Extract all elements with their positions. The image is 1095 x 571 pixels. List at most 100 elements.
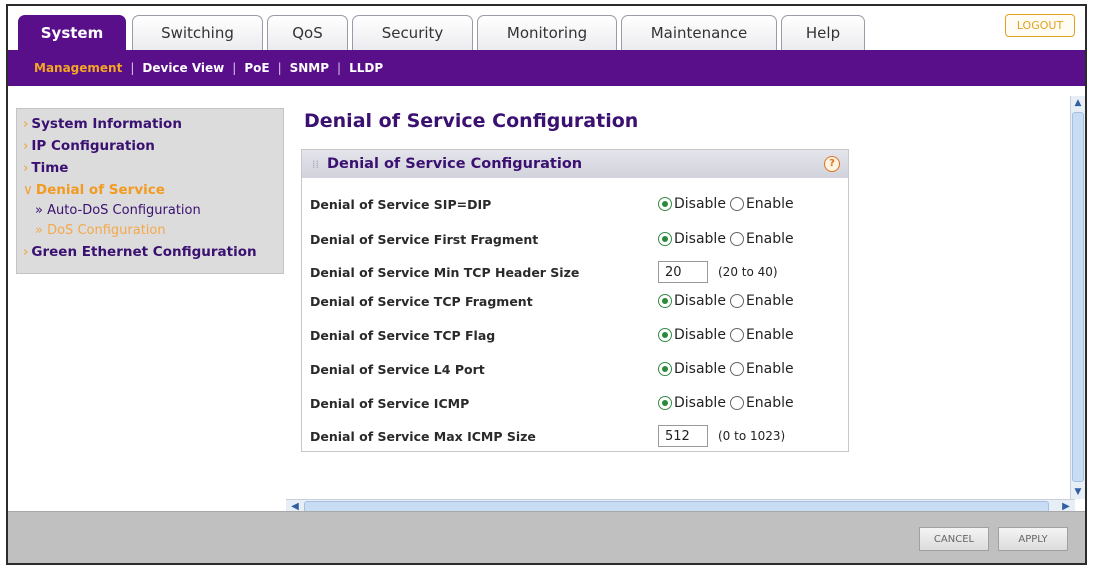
chevron-right-icon: › [23,160,29,176]
radio-label: Enable [745,231,794,247]
sidebar-item-denial-of-service[interactable]: ∨ Denial of Service [23,179,277,201]
sidebar-item-time[interactable]: › Time [23,157,277,179]
page-title: Denial of Service Configuration [304,110,639,132]
app-frame: System Switching QoS Security Monitoring… [6,4,1087,565]
radio-disable[interactable] [658,362,672,376]
sidebar-subitem-dos-configuration[interactable]: » DoS Configuration [23,221,277,241]
radio-disable[interactable] [658,232,672,246]
radio-disable[interactable] [658,396,672,410]
subnav-separator: | [337,61,342,75]
setting-label: Denial of Service Max ICMP Size [310,428,536,444]
vertical-scrollbar[interactable]: ▲ ▼ [1070,96,1085,499]
sidebar-subitem-label: DoS Configuration [47,223,166,238]
radio-disable[interactable] [658,328,672,342]
radio-group: Disable Enable [658,395,798,411]
scrollbar-thumb[interactable] [1072,112,1084,482]
radio-group: Disable Enable [658,361,798,377]
setting-row-tcp-fragment: Denial of Service TCP Fragment Disable E… [310,289,798,313]
setting-row-max-icmp-size: Denial of Service Max ICMP Size 512 (0 t… [310,424,785,448]
setting-row-min-tcp-header: Denial of Service Min TCP Header Size 20… [310,260,778,284]
tab-monitoring[interactable]: Monitoring [477,15,617,50]
radio-label: Enable [745,196,794,212]
radio-label: Enable [745,327,794,343]
radio-enable[interactable] [729,362,744,376]
min-tcp-header-input[interactable]: 20 [658,261,708,283]
sidebar-item-label: Denial of Service [35,182,165,198]
subnav-management[interactable]: Management [34,61,122,75]
radio-enable[interactable] [729,396,744,410]
setting-row-tcp-flag: Denial of Service TCP Flag Disable Enabl… [310,323,798,347]
sidebar-item-label: IP Configuration [31,138,155,154]
radio-label: Disable [674,327,726,343]
sidebar-item-system-information[interactable]: › System Information [23,113,277,135]
max-icmp-size-input[interactable]: 512 [658,425,708,447]
chevron-down-icon: ∨ [23,182,33,198]
radio-label: Enable [745,293,794,309]
setting-row-icmp: Denial of Service ICMP Disable Enable [310,391,798,415]
scroll-down-icon[interactable]: ▼ [1071,485,1085,499]
tab-switching[interactable]: Switching [132,15,263,50]
subnav-device-view[interactable]: Device View [142,61,224,75]
setting-label: Denial of Service ICMP [310,395,470,411]
top-tab-bar: System Switching QoS Security Monitoring… [8,6,1085,50]
sidebar-item-label: Green Ethernet Configuration [31,244,257,260]
radio-enable[interactable] [729,294,744,308]
radio-disable[interactable] [658,197,672,211]
subnav-separator: | [277,61,282,75]
tab-security[interactable]: Security [352,15,473,50]
chevron-right-icon: › [23,138,29,154]
dos-config-panel: ⁞⁞ Denial of Service Configuration ? Den… [301,149,849,452]
drag-grip-icon: ⁞⁞ [312,157,319,171]
cancel-button[interactable]: CANCEL [919,527,989,551]
setting-label: Denial of Service First Fragment [310,231,539,247]
sidebar-item-ip-configuration[interactable]: › IP Configuration [23,135,277,157]
panel-title: Denial of Service Configuration [327,156,583,172]
radio-enable[interactable] [729,197,744,211]
bottom-action-bar: CANCEL APPLY [8,511,1085,563]
tab-system[interactable]: System [18,15,126,50]
sub-navigation: Management | Device View | PoE | SNMP | … [8,50,1085,86]
help-icon[interactable]: ? [824,156,840,172]
tab-help[interactable]: Help [781,15,865,50]
tab-qos[interactable]: QoS [267,15,348,50]
panel-header: ⁞⁞ Denial of Service Configuration ? [302,150,848,178]
radio-group: Disable Enable [658,196,798,212]
radio-label: Disable [674,361,726,377]
subnav-lldp[interactable]: LLDP [349,61,383,75]
setting-label: Denial of Service L4 Port [310,361,485,377]
radio-label: Disable [674,196,726,212]
scroll-up-icon[interactable]: ▲ [1071,96,1085,110]
tab-maintenance[interactable]: Maintenance [621,15,777,50]
radio-enable[interactable] [729,328,744,342]
chevron-right-icon: › [23,116,29,132]
radio-group: Disable Enable [658,231,798,247]
subnav-separator: | [130,61,135,75]
range-hint: (0 to 1023) [718,429,786,443]
setting-row-first-fragment: Denial of Service First Fragment Disable… [310,227,798,251]
apply-button[interactable]: APPLY [998,527,1068,551]
range-hint: (20 to 40) [718,265,778,279]
radio-group: Disable Enable [658,293,798,309]
radio-label: Disable [674,231,726,247]
subnav-separator: | [232,61,237,75]
sidebar-item-label: Time [31,160,69,176]
radio-label: Disable [674,395,726,411]
subnav-poe[interactable]: PoE [244,61,269,75]
sidebar-subitem-auto-dos[interactable]: » Auto-DoS Configuration [23,201,277,221]
sidebar-item-green-ethernet[interactable]: › Green Ethernet Configuration [23,241,277,263]
sidebar-subitem-label: Auto-DoS Configuration [47,203,201,218]
setting-label: Denial of Service TCP Flag [310,327,496,343]
logout-button[interactable]: LOGOUT [1005,14,1075,37]
setting-label: Denial of Service SIP=DIP [310,196,492,212]
setting-row-l4-port: Denial of Service L4 Port Disable Enable [310,357,798,381]
radio-enable[interactable] [729,232,744,246]
setting-row-sip-dip: Denial of Service SIP=DIP Disable Enable [310,192,798,216]
sidebar-item-label: System Information [31,116,182,132]
radio-label: Enable [745,395,794,411]
radio-label: Enable [745,361,794,377]
setting-label: Denial of Service Min TCP Header Size [310,264,580,280]
radio-label: Disable [674,293,726,309]
subnav-snmp[interactable]: SNMP [290,61,329,75]
radio-disable[interactable] [658,294,672,308]
chevron-right-icon: › [23,244,29,260]
